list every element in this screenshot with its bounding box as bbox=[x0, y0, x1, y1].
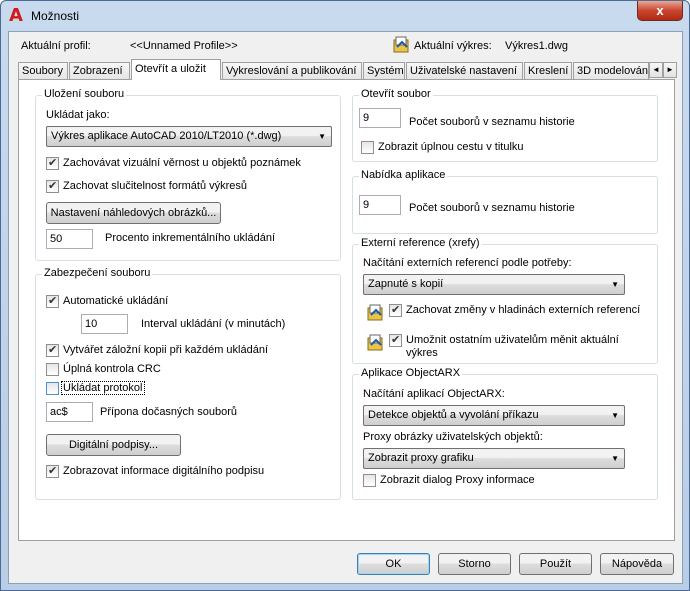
autosave-label: Automatické ukládání bbox=[63, 295, 169, 307]
tab-soubory[interactable]: Soubory bbox=[18, 62, 68, 80]
drawing-icon bbox=[367, 333, 385, 351]
group-open-label: Otevřít soubor bbox=[359, 88, 433, 100]
chevron-down-icon: ▼ bbox=[318, 132, 326, 141]
title-bar[interactable]: A Možnosti x bbox=[1, 1, 689, 31]
ok-button[interactable]: OK bbox=[357, 553, 430, 575]
crc-label: Úplná kontrola CRC bbox=[63, 363, 161, 375]
tab-scroll-right-icon[interactable]: ► bbox=[663, 62, 677, 78]
xref-demand-value: Zapnuté s kopií bbox=[368, 278, 444, 290]
format-compat-checkbox[interactable] bbox=[46, 179, 59, 193]
incremental-save-input[interactable]: 50 bbox=[46, 229, 93, 249]
autocad-logo-icon: A bbox=[9, 5, 23, 26]
help-button[interactable]: Nápověda bbox=[600, 553, 674, 575]
log-file-checkbox[interactable] bbox=[46, 382, 59, 395]
digital-signatures-button[interactable]: Digitální podpisy... bbox=[46, 434, 181, 456]
group-app-menu: Nabídka aplikace 9 Počet souborů v sezna… bbox=[352, 169, 658, 234]
group-app-menu-label: Nabídka aplikace bbox=[359, 169, 448, 181]
chevron-down-icon: ▼ bbox=[611, 454, 619, 463]
tab-system[interactable]: Systém bbox=[363, 62, 405, 80]
drawing-icon bbox=[393, 35, 411, 53]
tab-vykreslovani[interactable]: Vykreslování a publikování bbox=[222, 62, 362, 80]
open-history-input[interactable]: 9 bbox=[359, 108, 401, 128]
save-as-value: Výkres aplikace AutoCAD 2010/LT2010 (*.d… bbox=[51, 130, 282, 142]
drawing-icon bbox=[367, 303, 385, 321]
close-button[interactable]: x bbox=[637, 1, 683, 21]
retain-layers-label: Zachovat změny v hladinách externích ref… bbox=[406, 304, 641, 316]
group-security-label: Zabezpečení souboru bbox=[42, 267, 153, 279]
open-history-label: Počet souborů v seznamu historie bbox=[409, 116, 575, 128]
options-dialog: A Možnosti x Aktuální profil: <<Unnamed … bbox=[0, 0, 690, 591]
tab-panel: Uložení souboru Ukládat jako: Výkres apl… bbox=[18, 79, 675, 541]
show-digsig-label: Zobrazovat informace digitálního podpisu bbox=[63, 465, 265, 477]
arx-demand-label: Načítání aplikací ObjectARX: bbox=[363, 388, 505, 400]
apply-button[interactable]: Použít bbox=[519, 553, 592, 575]
thumbnail-settings-button[interactable]: Nastavení náhledových obrázků... bbox=[46, 202, 221, 224]
dialog-client: Aktuální profil: <<Unnamed Profile>> Akt… bbox=[8, 31, 683, 584]
tab-zobrazeni[interactable]: Zobrazení bbox=[69, 62, 130, 80]
profile-value: <<Unnamed Profile>> bbox=[130, 40, 238, 52]
backup-label: Vytvářet záložní kopii při každém ukládá… bbox=[63, 344, 269, 356]
group-objectarx: Aplikace ObjectARX Načítání aplikací Obj… bbox=[352, 367, 658, 500]
crc-checkbox[interactable] bbox=[46, 363, 59, 376]
tab-scroll-left-icon[interactable]: ◄ bbox=[649, 62, 663, 78]
allow-edit-label: Umožnit ostatním uživatelům měnit aktuál… bbox=[406, 334, 619, 359]
tab-kresleni[interactable]: Kreslení bbox=[524, 62, 572, 80]
proxy-images-label: Proxy obrázky uživatelských objektů: bbox=[363, 431, 543, 443]
temp-extension-input[interactable]: ac$ bbox=[46, 402, 93, 422]
xref-demand-select[interactable]: Zapnuté s kopií ▼ bbox=[363, 274, 625, 295]
temp-extension-label: Přípona dočasných souborů bbox=[100, 406, 237, 418]
proxy-dialog-checkbox[interactable] bbox=[363, 474, 376, 487]
drawing-label: Aktuální výkres: bbox=[414, 40, 492, 52]
profile-label: Aktuální profil: bbox=[21, 40, 91, 52]
cancel-button[interactable]: Storno bbox=[438, 553, 511, 575]
tab-otevrit-a-ulozit[interactable]: Otevřít a uložit bbox=[131, 59, 221, 80]
proxy-dialog-label: Zobrazit dialog Proxy informace bbox=[380, 474, 535, 486]
allow-edit-checkbox[interactable] bbox=[389, 333, 402, 347]
chevron-down-icon: ▼ bbox=[611, 411, 619, 420]
group-objectarx-label: Aplikace ObjectARX bbox=[359, 367, 463, 379]
format-compat-label: Zachovat slučitelnost formátů výkresů bbox=[63, 180, 248, 192]
tab-uzivatelske-nastaveni[interactable]: Uživatelské nastavení bbox=[406, 62, 523, 80]
window-title: Možnosti bbox=[31, 9, 80, 23]
autosave-checkbox[interactable] bbox=[46, 294, 59, 308]
chevron-down-icon: ▼ bbox=[611, 280, 619, 289]
arx-demand-select[interactable]: Detekce objektů a vyvolání příkazu ▼ bbox=[363, 405, 625, 426]
xref-demand-label: Načítání externích referencí podle potře… bbox=[363, 257, 572, 269]
group-open: Otevřít soubor 9 Počet souborů v seznamu… bbox=[352, 88, 658, 162]
group-security: Zabezpečení souboru Automatické ukládání… bbox=[35, 267, 341, 500]
autosave-interval-label: Interval ukládání (v minutách) bbox=[141, 318, 286, 330]
group-save-label: Uložení souboru bbox=[42, 88, 127, 100]
maintain-fidelity-checkbox[interactable] bbox=[46, 156, 59, 170]
autosave-interval-input[interactable]: 10 bbox=[81, 314, 128, 334]
retain-layers-checkbox[interactable] bbox=[389, 303, 402, 317]
group-save: Uložení souboru Ukládat jako: Výkres apl… bbox=[35, 88, 341, 261]
incremental-save-label: Procento inkrementálního ukládání bbox=[105, 232, 275, 244]
arx-demand-value: Detekce objektů a vyvolání příkazu bbox=[368, 409, 539, 421]
show-digsig-checkbox[interactable] bbox=[46, 464, 59, 478]
drawing-value: Výkres1.dwg bbox=[505, 40, 568, 52]
proxy-images-select[interactable]: Zobrazit proxy grafiku ▼ bbox=[363, 448, 625, 469]
app-menu-history-input[interactable]: 9 bbox=[359, 195, 401, 215]
proxy-images-value: Zobrazit proxy grafiku bbox=[368, 452, 474, 464]
maintain-fidelity-label: Zachovávat vizuální věrnost u objektů po… bbox=[63, 157, 301, 169]
full-path-checkbox[interactable] bbox=[361, 141, 374, 154]
group-xref: Externí reference (xrefy) Načítání exter… bbox=[352, 237, 658, 364]
group-xref-label: Externí reference (xrefy) bbox=[359, 237, 482, 249]
save-as-select[interactable]: Výkres aplikace AutoCAD 2010/LT2010 (*.d… bbox=[46, 126, 332, 147]
log-file-label: Ukládat protokol bbox=[61, 381, 145, 395]
app-menu-history-label: Počet souborů v seznamu historie bbox=[409, 202, 575, 214]
save-as-label: Ukládat jako: bbox=[46, 109, 110, 121]
backup-checkbox[interactable] bbox=[46, 343, 59, 357]
full-path-label: Zobrazit úplnou cestu v titulku bbox=[378, 141, 524, 153]
tab-3d-modelovani[interactable]: 3D modelování bbox=[573, 62, 649, 80]
